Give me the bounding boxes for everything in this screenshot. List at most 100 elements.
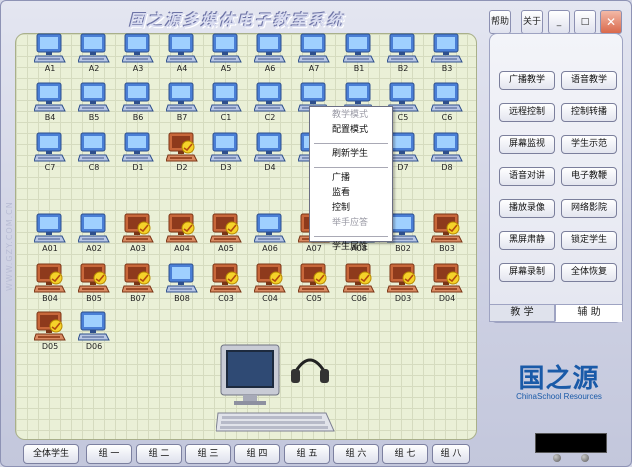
student-station[interactable]: A02 bbox=[76, 213, 112, 255]
pc-icon bbox=[431, 132, 463, 162]
function-button[interactable]: 播放录像 bbox=[499, 199, 555, 218]
student-station[interactable]: A06 bbox=[252, 213, 288, 255]
context-menu-item[interactable]: 学生属性 bbox=[310, 241, 392, 254]
student-station[interactable]: B05 bbox=[76, 263, 112, 305]
function-button[interactable]: 黑屏肃静 bbox=[499, 231, 555, 250]
context-menu-item[interactable]: 刷新学生 bbox=[310, 148, 392, 161]
pc-icon bbox=[34, 82, 66, 112]
student-station[interactable]: C2 bbox=[252, 82, 288, 124]
function-button[interactable]: 电子教鞭 bbox=[561, 167, 617, 186]
student-station[interactable]: D3 bbox=[208, 132, 244, 174]
context-menu-item[interactable]: 控制 bbox=[310, 202, 392, 215]
student-station[interactable]: C06 bbox=[341, 263, 377, 305]
student-station[interactable]: A04 bbox=[164, 213, 200, 255]
student-station[interactable]: D2 bbox=[164, 132, 200, 174]
tab-assist[interactable]: 辅 助 bbox=[555, 304, 623, 322]
student-station[interactable]: B1 bbox=[341, 33, 377, 75]
student-station[interactable]: B4 bbox=[32, 82, 68, 124]
logo-chinese: 国之源 bbox=[518, 364, 600, 394]
logo-english: ChinaSchool Resources bbox=[516, 392, 602, 401]
student-station[interactable]: B5 bbox=[76, 82, 112, 124]
student-label: A4 bbox=[176, 64, 188, 73]
pc-icon bbox=[431, 33, 463, 63]
student-station[interactable]: B2 bbox=[385, 33, 421, 75]
function-button[interactable]: 锁定学生 bbox=[561, 231, 617, 250]
restore-button[interactable]: □ bbox=[574, 10, 596, 34]
function-button[interactable]: 网络影院 bbox=[561, 199, 617, 218]
context-menu-item[interactable]: 广播 bbox=[310, 172, 392, 185]
minimize-button[interactable]: _ bbox=[548, 10, 570, 34]
function-button[interactable]: 屏幕监视 bbox=[499, 135, 555, 154]
student-label: D4 bbox=[264, 163, 276, 172]
student-station[interactable]: D1 bbox=[120, 132, 156, 174]
all-students-button[interactable]: 全体学生 bbox=[23, 444, 79, 464]
student-label: B04 bbox=[42, 294, 58, 303]
student-station[interactable]: C8 bbox=[76, 132, 112, 174]
student-label: A03 bbox=[130, 244, 146, 253]
student-station[interactable]: B07 bbox=[120, 263, 156, 305]
student-station[interactable]: A7 bbox=[296, 33, 332, 75]
student-station[interactable]: B04 bbox=[32, 263, 68, 305]
pc-icon bbox=[34, 132, 66, 162]
student-station[interactable]: A3 bbox=[120, 33, 156, 75]
student-station[interactable]: D8 bbox=[429, 132, 465, 174]
student-station[interactable]: C1 bbox=[208, 82, 244, 124]
function-button[interactable]: 广播教学 bbox=[499, 71, 555, 90]
student-label: A02 bbox=[86, 244, 102, 253]
student-station[interactable]: D05 bbox=[32, 311, 68, 353]
student-station[interactable]: D03 bbox=[385, 263, 421, 305]
student-station[interactable]: D04 bbox=[429, 263, 465, 305]
student-station[interactable]: A03 bbox=[120, 213, 156, 255]
help-button[interactable]: 帮助 bbox=[489, 10, 511, 34]
student-station[interactable]: C04 bbox=[252, 263, 288, 305]
function-button[interactable]: 屏幕录制 bbox=[499, 263, 555, 282]
student-station[interactable]: B7 bbox=[164, 82, 200, 124]
student-station[interactable]: C6 bbox=[429, 82, 465, 124]
student-station[interactable]: A4 bbox=[164, 33, 200, 75]
student-station[interactable]: C7 bbox=[32, 132, 68, 174]
student-station[interactable]: A1 bbox=[32, 33, 68, 75]
group-button[interactable]: 组 四 bbox=[234, 444, 280, 464]
context-menu-item[interactable]: 监看 bbox=[310, 187, 392, 200]
student-station[interactable]: B08 bbox=[164, 263, 200, 305]
student-station[interactable]: B3 bbox=[429, 33, 465, 75]
pc-icon bbox=[387, 33, 419, 63]
group-button[interactable]: 组 八 bbox=[432, 444, 470, 464]
student-label: B05 bbox=[86, 294, 102, 303]
pc-icon bbox=[254, 132, 286, 162]
tab-teach[interactable]: 教 学 bbox=[489, 304, 555, 322]
function-button[interactable]: 全体恢复 bbox=[561, 263, 617, 282]
student-label: A04 bbox=[174, 244, 190, 253]
group-button[interactable]: 组 七 bbox=[382, 444, 428, 464]
group-button[interactable]: 组 二 bbox=[136, 444, 182, 464]
student-station[interactable]: B6 bbox=[120, 82, 156, 124]
group-button[interactable]: 组 三 bbox=[185, 444, 231, 464]
student-station[interactable]: B03 bbox=[429, 213, 465, 255]
context-menu-item[interactable]: 配置模式 bbox=[310, 124, 392, 137]
student-label: D8 bbox=[441, 163, 453, 172]
student-label: A06 bbox=[262, 244, 278, 253]
student-station[interactable]: A2 bbox=[76, 33, 112, 75]
function-button[interactable]: 远程控制 bbox=[499, 103, 555, 122]
group-button[interactable]: 组 六 bbox=[333, 444, 379, 464]
function-button[interactable]: 学生示范 bbox=[561, 135, 617, 154]
student-station[interactable]: C03 bbox=[208, 263, 244, 305]
about-button[interactable]: 关于 bbox=[521, 10, 543, 34]
student-station[interactable]: A6 bbox=[252, 33, 288, 75]
close-button[interactable]: ✕ bbox=[600, 10, 622, 34]
student-station[interactable]: D4 bbox=[252, 132, 288, 174]
function-button[interactable]: 语音教学 bbox=[561, 71, 617, 90]
student-station[interactable]: C05 bbox=[296, 263, 332, 305]
student-station[interactable]: A01 bbox=[32, 213, 68, 255]
student-station[interactable]: A5 bbox=[208, 33, 244, 75]
student-station[interactable]: D06 bbox=[76, 311, 112, 353]
group-button[interactable]: 组 一 bbox=[86, 444, 132, 464]
pc-icon bbox=[343, 33, 375, 63]
function-button[interactable]: 语音对讲 bbox=[499, 167, 555, 186]
group-button[interactable]: 组 五 bbox=[284, 444, 330, 464]
student-online-icon bbox=[137, 221, 151, 235]
student-station[interactable]: A05 bbox=[208, 213, 244, 255]
student-label: C2 bbox=[264, 113, 276, 122]
menu-separator bbox=[314, 143, 388, 144]
function-button[interactable]: 控制转播 bbox=[561, 103, 617, 122]
